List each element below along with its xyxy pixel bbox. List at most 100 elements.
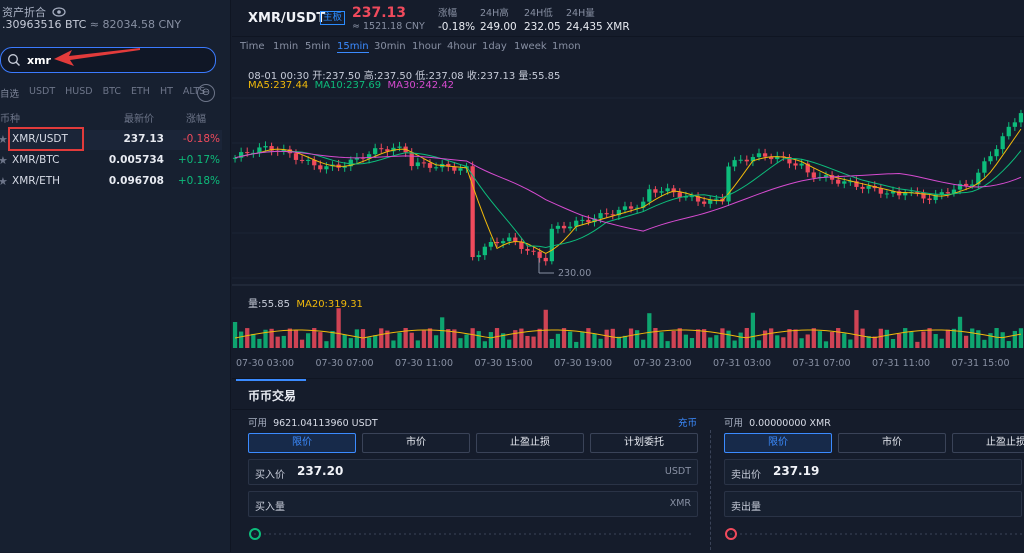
candle-body	[421, 162, 427, 164]
volume-bar	[878, 328, 883, 348]
ma5-line	[234, 128, 1022, 255]
candle-body	[373, 148, 378, 155]
market-tab[interactable]: USDT	[29, 86, 55, 100]
ticker-pair[interactable]: XMR/USDT	[248, 11, 325, 26]
stop-limit-button[interactable]: 止盈止损	[476, 433, 584, 453]
volume-bar	[957, 316, 963, 348]
volume-bar	[720, 328, 725, 348]
volume-bar	[348, 338, 353, 348]
market-sidebar: 资产折合 .30963516 BTC ≈ 82034.58 CNY 自选USDT…	[0, 0, 231, 552]
market-tab[interactable]: BTC	[103, 86, 121, 100]
candle-body	[427, 163, 433, 168]
candle-body	[245, 152, 250, 154]
volume-bar	[781, 337, 786, 348]
volume-bar	[714, 335, 719, 348]
volume-bar	[708, 337, 713, 348]
sell-amount-field[interactable]: 卖出量	[724, 491, 1022, 517]
candlestick-chart[interactable]	[232, 58, 1024, 376]
candle-body	[488, 242, 494, 247]
candle-body	[811, 172, 816, 178]
market-tab[interactable]: ETH	[131, 86, 150, 100]
limit-order-button[interactable]: 限价	[724, 433, 832, 453]
deposit-link[interactable]: 充币	[678, 415, 697, 429]
volume-bar	[951, 328, 957, 348]
buy-amount-field[interactable]: 买入量 XMR	[248, 491, 698, 517]
market-tab[interactable]: HT	[160, 86, 173, 100]
timeframe-tab[interactable]: Time	[240, 41, 264, 52]
ma-readout: MA5:237.44 MA10:237.69 MA30:242.42	[248, 80, 455, 91]
stop-limit-button[interactable]: 止盈止损	[952, 433, 1024, 453]
volume-bar	[921, 331, 926, 348]
star-icon[interactable]: ★	[0, 133, 8, 146]
pair-change: -0.18%	[182, 133, 220, 145]
filter-toggle-icon[interactable]: ⊖	[197, 84, 215, 102]
timeframe-tab[interactable]: 4hour	[447, 41, 476, 52]
candle-body	[531, 250, 536, 252]
volume-bar	[909, 331, 914, 348]
timeframe-tab[interactable]: 15min	[337, 41, 369, 53]
volume-bar	[580, 331, 585, 348]
pair-row[interactable]: ★ XMR/BTC 0.005734 +0.17%	[0, 151, 222, 171]
volume-bar	[232, 322, 238, 348]
sell-price-field[interactable]: 卖出价 237.19	[724, 459, 1022, 485]
pair-change: +0.17%	[177, 154, 220, 166]
timeframe-tab[interactable]: 1day	[482, 41, 507, 52]
candle-body	[507, 237, 512, 242]
buy-price-field[interactable]: 买入价 237.20 USDT	[248, 459, 698, 485]
candle-body	[1000, 136, 1005, 150]
volume-bar	[330, 331, 335, 348]
market-tab[interactable]: HUSD	[65, 86, 92, 100]
pair-row[interactable]: ★ XMR/ETH 0.096708 +0.18%	[0, 172, 222, 192]
timeframe-tab[interactable]: 1week	[514, 41, 547, 52]
candle-body	[866, 186, 871, 189]
market-tabs: 自选 USDT HUSD BTC ETH HT ALTS	[0, 86, 215, 100]
limit-order-button[interactable]: 限价	[248, 433, 356, 453]
market-order-button[interactable]: 市价	[362, 433, 470, 453]
candle-body	[433, 167, 439, 169]
volume-bar	[683, 334, 689, 348]
buy-amount-slider[interactable]	[248, 527, 698, 541]
eye-icon[interactable]	[52, 7, 66, 17]
volume-bar	[306, 333, 311, 348]
time-axis-label: 07-31 11:00	[872, 358, 931, 369]
candle-body	[799, 163, 804, 166]
time-axis-label: 07-31 15:00	[951, 358, 1010, 369]
market-order-button[interactable]: 市价	[838, 433, 946, 453]
timeframe-tab[interactable]: 5min	[305, 41, 330, 52]
last-price: 237.13	[352, 5, 407, 21]
timeframe-tab[interactable]: 30min	[374, 41, 406, 52]
volume-bar	[842, 333, 847, 348]
volume-bar	[239, 331, 244, 348]
header-price[interactable]: 最新价	[124, 110, 154, 125]
volume-bar	[476, 331, 481, 348]
candle-body	[324, 166, 329, 170]
star-icon[interactable]: ★	[0, 154, 8, 167]
market-tab[interactable]: 自选	[0, 86, 19, 100]
volume-bar	[793, 329, 798, 348]
volume-bar	[726, 330, 731, 348]
header-pair[interactable]: 币种	[0, 110, 20, 125]
timeframe-tab[interactable]: 1hour	[412, 41, 441, 52]
volume-bar	[433, 335, 439, 348]
timeframe-tab[interactable]: 1min	[273, 41, 298, 52]
candle-body	[945, 192, 950, 194]
timeframe-tab[interactable]: 1mon	[552, 41, 581, 52]
candle-body	[1006, 126, 1011, 137]
volume-bar	[616, 336, 621, 348]
candle-body	[665, 188, 670, 192]
stat-24h-high: 24H高 249.00	[480, 8, 517, 33]
tab-spot-trade[interactable]: 币币交易	[248, 387, 296, 404]
star-icon[interactable]: ★	[0, 175, 8, 188]
volume-bar	[610, 328, 615, 348]
sell-amount-slider[interactable]	[724, 527, 1024, 541]
candle-body	[525, 248, 530, 251]
trigger-order-button[interactable]: 计划委托	[590, 433, 698, 453]
header-change[interactable]: 涨幅	[186, 110, 206, 125]
volume-bar	[896, 333, 902, 348]
volume-bar	[470, 328, 475, 348]
volume-bar	[287, 328, 293, 348]
volume-bar	[464, 334, 469, 348]
min-price-label: 230.00	[558, 268, 592, 279]
volume-bar	[659, 332, 664, 348]
volume-bar	[866, 336, 871, 348]
